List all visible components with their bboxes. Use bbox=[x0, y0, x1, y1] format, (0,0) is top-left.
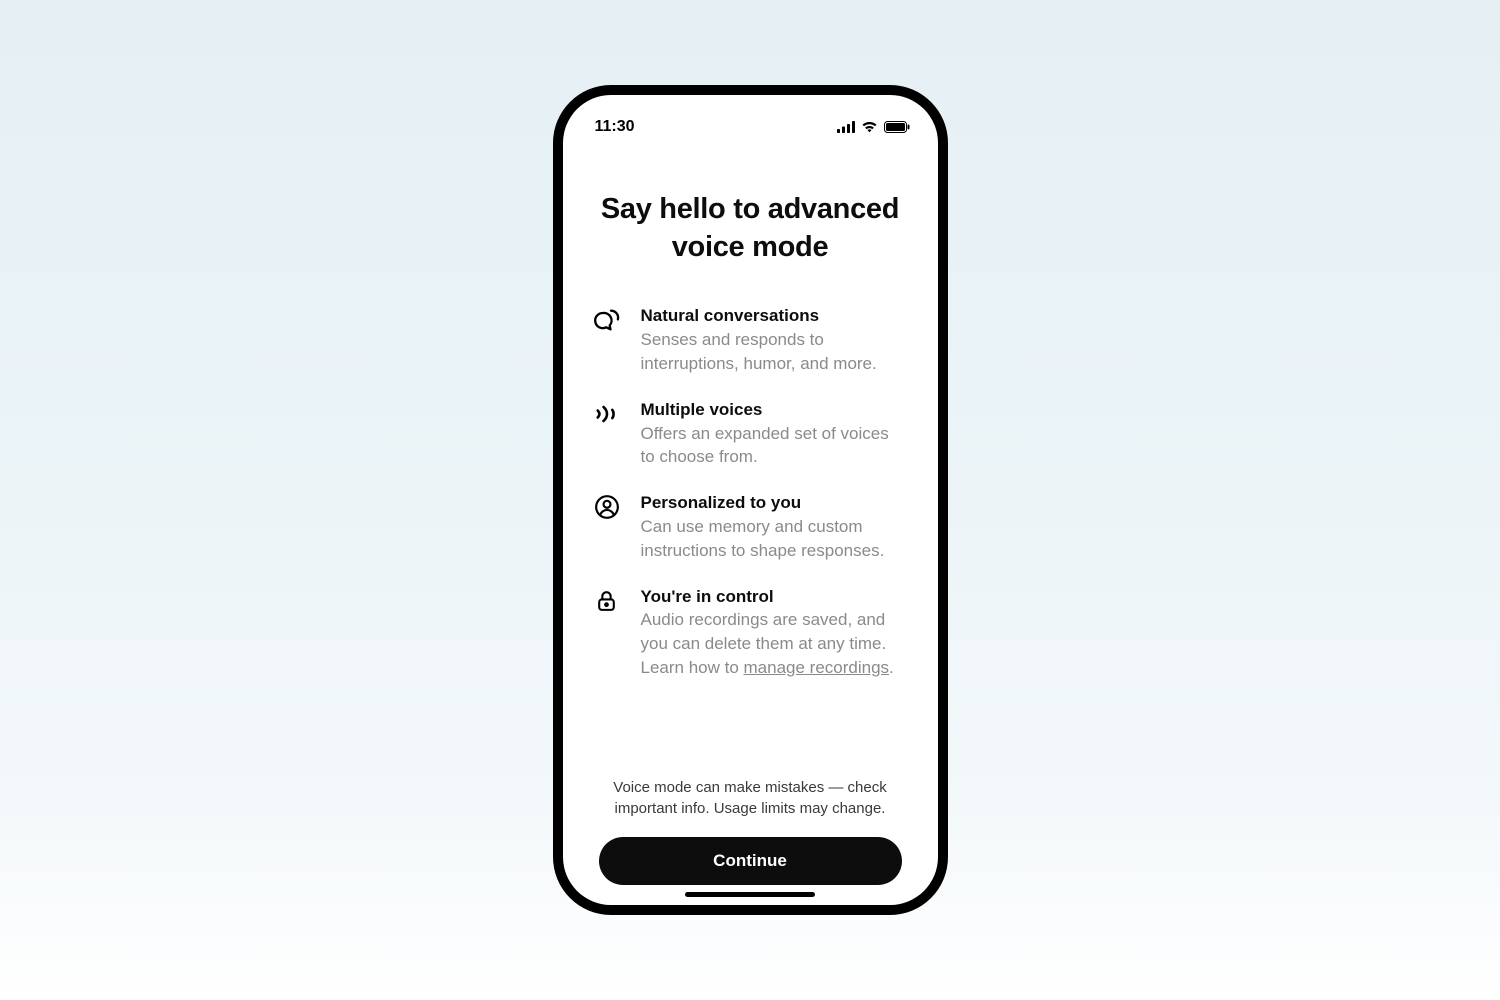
feature-text: Natural conversations Senses and respond… bbox=[641, 304, 908, 375]
feature-you-are-in-control: You're in control Audio recordings are s… bbox=[593, 585, 908, 680]
status-bar: 11:30 bbox=[563, 103, 938, 151]
feature-description: Offers an expanded set of voices to choo… bbox=[641, 422, 908, 470]
feature-text: Personalized to you Can use memory and c… bbox=[641, 491, 908, 562]
continue-button[interactable]: Continue bbox=[599, 837, 902, 885]
phone-frame: 11:30 Say hello to advanced voice mode bbox=[553, 85, 948, 915]
feature-natural-conversations: Natural conversations Senses and respond… bbox=[593, 304, 908, 375]
feature-list: Natural conversations Senses and respond… bbox=[593, 304, 908, 679]
onboarding-content: Say hello to advanced voice mode Natural… bbox=[563, 151, 938, 905]
feature-text: You're in control Audio recordings are s… bbox=[641, 585, 908, 680]
page-title: Say hello to advanced voice mode bbox=[593, 191, 908, 266]
lock-icon bbox=[593, 587, 621, 615]
feature-desc-text-after: . bbox=[889, 658, 894, 677]
status-time: 11:30 bbox=[595, 118, 635, 136]
footer: Voice mode can make mistakes — check imp… bbox=[593, 777, 908, 905]
feature-title: Multiple voices bbox=[641, 398, 908, 422]
cellular-icon bbox=[837, 121, 855, 133]
wifi-icon bbox=[861, 121, 878, 133]
disclaimer-text: Voice mode can make mistakes — check imp… bbox=[599, 777, 902, 819]
phone-screen: 11:30 Say hello to advanced voice mode bbox=[563, 95, 938, 905]
chat-bubbles-icon bbox=[593, 306, 621, 334]
sound-waves-icon bbox=[593, 400, 621, 428]
home-indicator[interactable] bbox=[685, 892, 815, 897]
manage-recordings-link[interactable]: manage recordings bbox=[744, 658, 890, 677]
status-indicators bbox=[837, 121, 910, 133]
feature-title: You're in control bbox=[641, 585, 908, 609]
person-circle-icon bbox=[593, 493, 621, 521]
feature-personalized: Personalized to you Can use memory and c… bbox=[593, 491, 908, 562]
feature-description: Senses and responds to interruptions, hu… bbox=[641, 328, 908, 376]
feature-title: Personalized to you bbox=[641, 491, 908, 515]
feature-title: Natural conversations bbox=[641, 304, 908, 328]
feature-description: Audio recordings are saved, and you can … bbox=[641, 608, 908, 679]
feature-text: Multiple voices Offers an expanded set o… bbox=[641, 398, 908, 469]
feature-description: Can use memory and custom instructions t… bbox=[641, 515, 908, 563]
battery-icon bbox=[884, 121, 910, 133]
feature-multiple-voices: Multiple voices Offers an expanded set o… bbox=[593, 398, 908, 469]
